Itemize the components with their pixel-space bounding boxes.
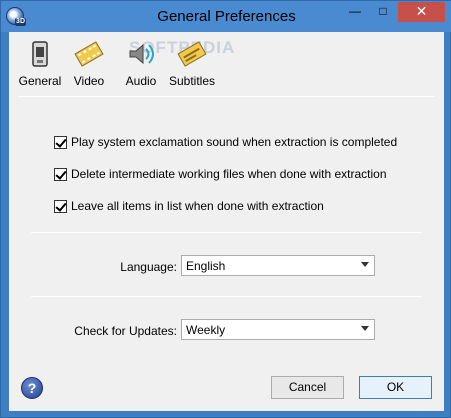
film-icon: [74, 41, 104, 67]
play-sound-checkbox[interactable]: [54, 135, 67, 149]
chevron-down-icon: [361, 326, 369, 331]
tab-video-label: Video: [73, 74, 105, 88]
option-delete-files[interactable]: Delete intermediate working files when d…: [54, 166, 387, 182]
toolbar-divider: [19, 96, 434, 97]
options-divider: [31, 232, 421, 233]
language-label: Language:: [120, 260, 177, 274]
play-sound-label: Play system exclamation sound when extra…: [71, 135, 398, 149]
updates-label: Check for Updates:: [74, 324, 177, 338]
minimize-button[interactable]: —: [341, 2, 369, 22]
updates-value: Weekly: [186, 323, 226, 337]
option-leave-items[interactable]: Leave all items in list when done with e…: [54, 198, 324, 214]
language-value: English: [186, 259, 226, 273]
subtitles-icon: [177, 41, 207, 67]
close-button[interactable]: ✕: [398, 2, 445, 22]
tab-subtitles-label: Subtitles: [168, 74, 216, 88]
chevron-down-icon: [361, 262, 369, 267]
dialog-body: SOFTPEDIA General Video Audio Subtitles …: [9, 32, 444, 411]
phone-icon: [32, 41, 48, 67]
maximize-button[interactable]: □: [369, 2, 397, 22]
leave-items-checkbox[interactable]: [54, 199, 67, 213]
option-play-sound[interactable]: Play system exclamation sound when extra…: [54, 134, 397, 150]
tab-general-label: General: [18, 74, 62, 88]
cancel-button[interactable]: Cancel: [271, 376, 344, 399]
delete-files-label: Delete intermediate working files when d…: [71, 167, 387, 181]
language-divider: [31, 296, 421, 297]
leave-items-label: Leave all items in list when done with e…: [71, 199, 324, 213]
tab-audio[interactable]: Audio: [119, 32, 163, 92]
tab-general[interactable]: General: [15, 32, 65, 92]
language-select[interactable]: English: [181, 255, 375, 276]
tab-subtitles[interactable]: Subtitles: [167, 32, 217, 92]
preferences-toolbar: SOFTPEDIA General Video Audio Subtitles: [9, 32, 444, 96]
preferences-window: 3D General Preferences — □ ✕ SOFTPEDIA G…: [0, 0, 451, 418]
title-bar[interactable]: 3D General Preferences — □ ✕: [1, 1, 451, 32]
updates-select[interactable]: Weekly: [181, 319, 375, 340]
help-button[interactable]: ?: [21, 377, 43, 399]
delete-files-checkbox[interactable]: [54, 167, 67, 181]
tab-audio-label: Audio: [125, 74, 157, 88]
ok-button[interactable]: OK: [359, 376, 432, 399]
tab-video[interactable]: Video: [69, 32, 109, 92]
speaker-icon: [129, 43, 154, 65]
